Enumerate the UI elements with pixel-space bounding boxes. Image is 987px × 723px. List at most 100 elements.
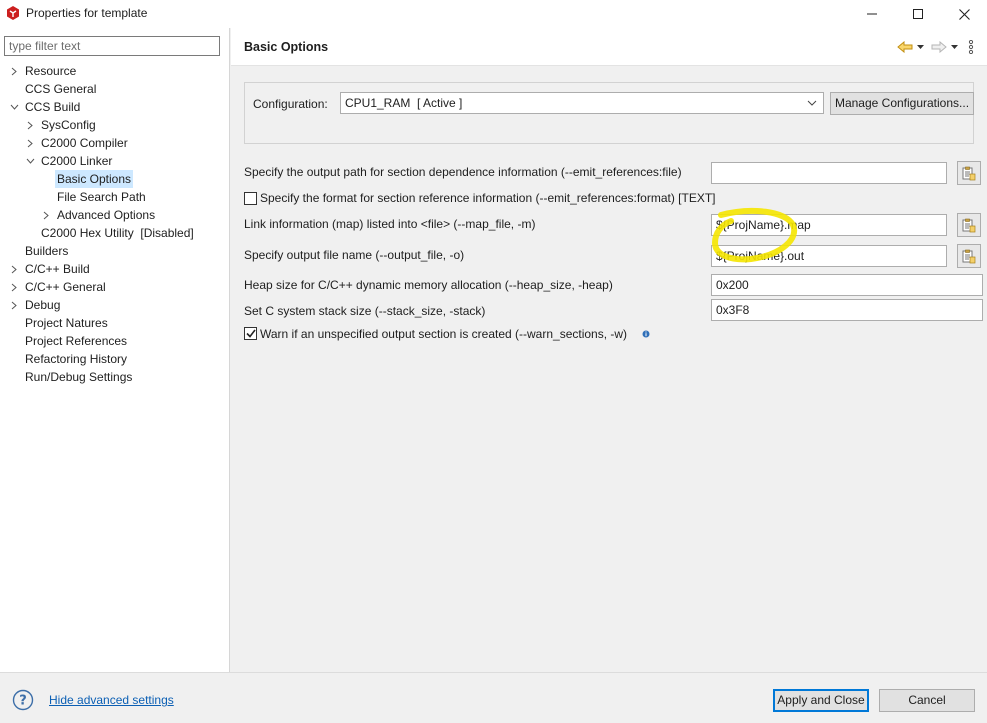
- tree-item-builders[interactable]: Builders: [0, 242, 229, 260]
- chevron-right-icon[interactable]: [8, 278, 20, 296]
- sidebar: Resource CCS General CCS Build SysConfig…: [0, 28, 230, 672]
- maximize-button[interactable]: [895, 0, 941, 28]
- tree-item-label: File Search Path: [57, 190, 146, 204]
- tree-item-label: C/C++ Build: [25, 262, 90, 276]
- tree-item-ccs-build[interactable]: CCS Build: [0, 98, 229, 116]
- nav-toolbar: [897, 38, 977, 56]
- info-icon[interactable]: [642, 330, 650, 338]
- tree-item-file-search-path[interactable]: File Search Path: [0, 188, 229, 206]
- warn-sections-checkbox[interactable]: [244, 327, 257, 340]
- chevron-right-icon[interactable]: [8, 62, 20, 80]
- chevron-right-icon[interactable]: [8, 260, 20, 278]
- heap-size-label: Heap size for C/C++ dynamic memory alloc…: [244, 278, 613, 292]
- checkmark-icon: [245, 329, 256, 338]
- svg-text:?: ?: [19, 694, 27, 709]
- tree-item-label: CCS Build: [25, 100, 81, 114]
- minimize-button[interactable]: [849, 0, 895, 28]
- output-file-input[interactable]: ${ProjName}.out: [711, 245, 947, 267]
- page-header: Basic Options: [231, 28, 987, 66]
- view-menu-icon[interactable]: [965, 38, 977, 56]
- configuration-select[interactable]: CPU1_RAM [ Active ]: [340, 92, 824, 114]
- page-title: Basic Options: [244, 40, 329, 54]
- tree-item-label: Debug: [25, 298, 61, 312]
- title-bar: Properties for template: [0, 0, 987, 28]
- tree-item-cpp-general[interactable]: C/C++ General: [0, 278, 229, 296]
- main-panel: Basic Options Configuration: CPU1_RAM [ …: [231, 28, 987, 672]
- window-title: Properties for template: [26, 6, 148, 20]
- tree-item-label: Project References: [25, 334, 128, 348]
- tree-item-resource[interactable]: Resource: [0, 62, 229, 80]
- variables-button[interactable]: [957, 244, 981, 268]
- tree-item-label: C2000 Linker: [41, 154, 113, 168]
- tree-item-label: CCS General: [25, 82, 97, 96]
- configuration-group: Configuration: CPU1_RAM [ Active ] Manag…: [244, 82, 974, 144]
- tree-item-label: Basic Options: [55, 170, 134, 188]
- property-tree: Resource CCS General CCS Build SysConfig…: [0, 62, 229, 386]
- chevron-down-icon[interactable]: [24, 152, 36, 170]
- tree-item-c2000-hex-utility[interactable]: C2000 Hex Utility [Disabled]: [0, 224, 229, 242]
- tree-item-label: Advanced Options: [57, 208, 156, 222]
- close-icon: [958, 8, 970, 20]
- variables-button[interactable]: [957, 213, 981, 237]
- tree-item-label: SysConfig: [41, 118, 96, 132]
- chevron-right-icon[interactable]: [24, 116, 36, 134]
- manage-configurations-button[interactable]: Manage Configurations...: [830, 92, 974, 115]
- back-arrow-icon[interactable]: [897, 38, 913, 56]
- stack-size-label: Set C system stack size (--stack_size, -…: [244, 304, 486, 318]
- tree-item-debug[interactable]: Debug: [0, 296, 229, 314]
- stack-size-input[interactable]: 0x3F8: [711, 299, 983, 321]
- variables-icon: [962, 166, 976, 180]
- dropdown-icon[interactable]: [915, 38, 925, 56]
- tree-item-c2000-linker[interactable]: C2000 Linker: [0, 152, 229, 170]
- tree-item-ccs-general[interactable]: CCS General: [0, 80, 229, 98]
- map-file-label: Link information (map) listed into <file…: [244, 217, 536, 231]
- tree-item-label: C2000 Hex Utility [Disabled]: [41, 226, 194, 240]
- tree-item-label: Resource: [25, 64, 77, 78]
- emit-references-file-label: Specify the output path for section depe…: [244, 165, 682, 179]
- help-icon[interactable]: ?: [12, 689, 34, 711]
- emit-references-format-checkbox[interactable]: [244, 192, 257, 205]
- tree-item-label: C/C++ General: [25, 280, 106, 294]
- hide-advanced-settings-link[interactable]: Hide advanced settings: [49, 693, 174, 707]
- warn-sections-label: Warn if an unspecified output section is…: [260, 327, 628, 341]
- tree-item-basic-options[interactable]: Basic Options: [0, 170, 229, 188]
- cancel-button[interactable]: Cancel: [879, 689, 975, 712]
- tree-item-project-references[interactable]: Project References: [0, 332, 229, 350]
- tree-item-label: Builders: [25, 244, 69, 258]
- minimize-icon: [867, 13, 877, 15]
- tree-item-cpp-build[interactable]: C/C++ Build: [0, 260, 229, 278]
- tree-item-label: Project Natures: [25, 316, 108, 330]
- tree-item-label: C2000 Compiler: [41, 136, 128, 150]
- filter-input[interactable]: [4, 36, 220, 56]
- configuration-value: CPU1_RAM [ Active ]: [345, 96, 463, 110]
- map-file-input[interactable]: ${ProjName}.map: [711, 214, 947, 236]
- chevron-right-icon[interactable]: [8, 296, 20, 314]
- chevron-down-icon[interactable]: [8, 98, 20, 116]
- forward-arrow-icon[interactable]: [931, 38, 947, 56]
- variables-icon: [962, 218, 976, 232]
- chevron-down-icon: [807, 93, 817, 113]
- tree-item-refactoring-history[interactable]: Refactoring History: [0, 350, 229, 368]
- tree-item-advanced-options[interactable]: Advanced Options: [0, 206, 229, 224]
- chevron-right-icon[interactable]: [24, 134, 36, 152]
- variables-button[interactable]: [957, 161, 981, 185]
- output-file-label: Specify output file name (--output_file,…: [244, 248, 465, 262]
- tree-item-label: Refactoring History: [25, 352, 128, 366]
- chevron-right-icon[interactable]: [40, 206, 52, 224]
- dropdown-icon[interactable]: [949, 38, 959, 56]
- close-button[interactable]: [941, 0, 987, 28]
- dialog-footer: ? Hide advanced settings Apply and Close…: [0, 672, 987, 723]
- maximize-icon: [913, 9, 923, 19]
- configuration-label: Configuration:: [253, 97, 328, 111]
- tree-item-run-debug-settings[interactable]: Run/Debug Settings: [0, 368, 229, 386]
- ccs-app-icon: [7, 6, 19, 20]
- variables-icon: [962, 249, 976, 263]
- heap-size-input[interactable]: 0x200: [711, 274, 983, 296]
- apply-and-close-button[interactable]: Apply and Close: [773, 689, 869, 712]
- tree-item-label: Run/Debug Settings: [25, 370, 133, 384]
- tree-item-sysconfig[interactable]: SysConfig: [0, 116, 229, 134]
- tree-item-c2000-compiler[interactable]: C2000 Compiler: [0, 134, 229, 152]
- emit-references-format-label: Specify the format for section reference…: [260, 191, 716, 205]
- emit-references-file-input[interactable]: [711, 162, 947, 184]
- tree-item-project-natures[interactable]: Project Natures: [0, 314, 229, 332]
